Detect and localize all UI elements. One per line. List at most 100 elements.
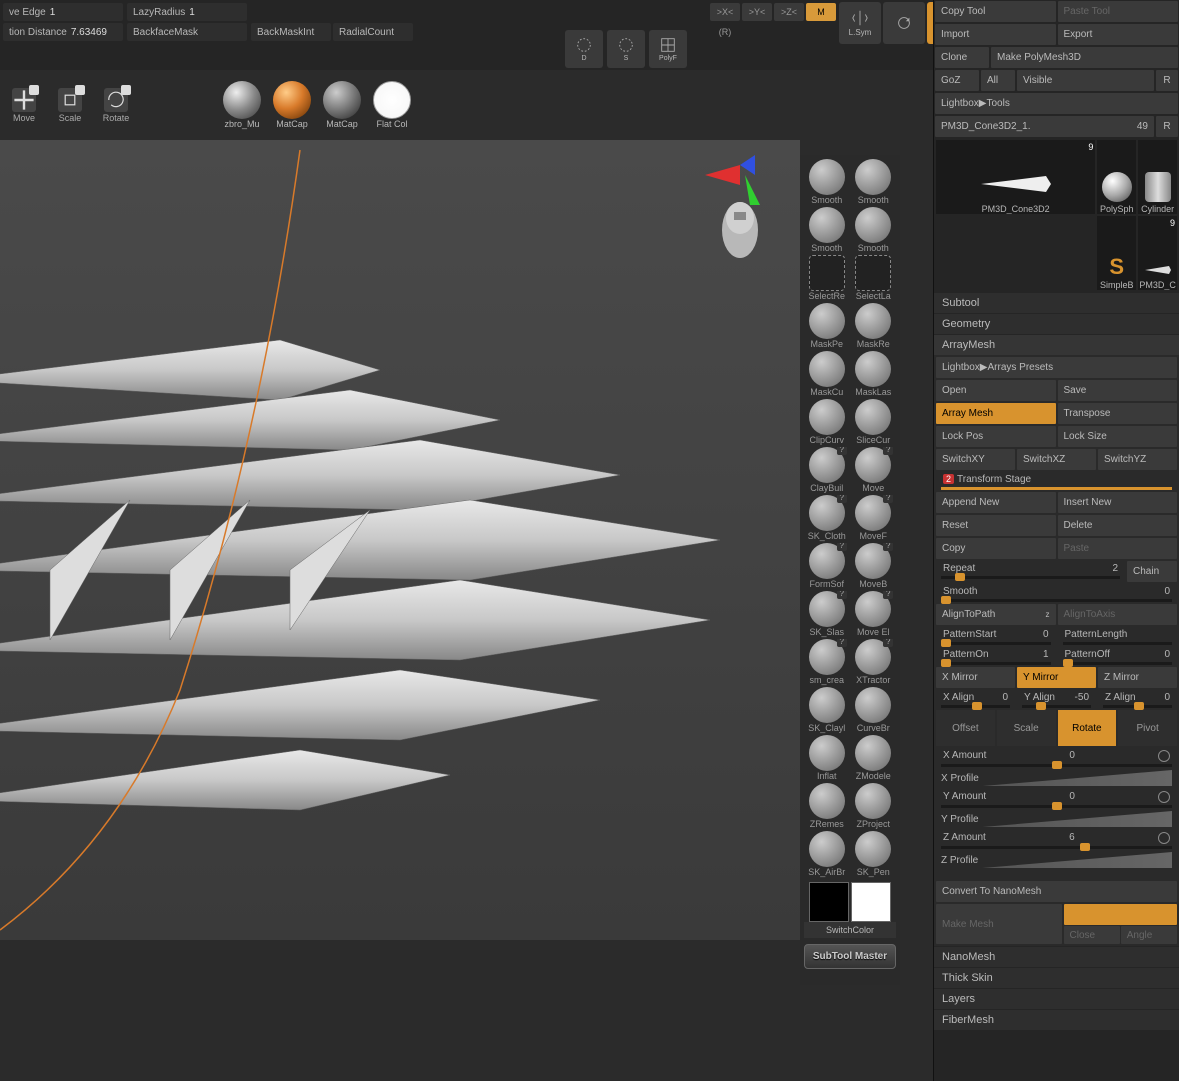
lazy-radius-slider[interactable]: LazyRadius1	[127, 3, 247, 21]
copy-button[interactable]: Copy	[936, 538, 1056, 559]
paste-tool-button[interactable]: Paste Tool	[1058, 1, 1179, 22]
switch-yz-button[interactable]: SwitchYZ	[1098, 449, 1177, 470]
make-polymesh-button[interactable]: Make PolyMesh3D	[991, 47, 1178, 68]
import-button[interactable]: Import	[935, 24, 1056, 45]
angle-button[interactable]: Angle	[1121, 926, 1177, 944]
align-to-axis-button[interactable]: AlignToAxis	[1058, 604, 1178, 625]
brush-ZProject[interactable]: ZProject	[851, 783, 897, 830]
brush-ZRemes[interactable]: ZRemes	[804, 783, 850, 830]
switch-xy-button[interactable]: SwitchXY	[936, 449, 1015, 470]
pattern-length-slider[interactable]: PatternLength	[1057, 626, 1179, 646]
close-button[interactable]: Close	[1064, 926, 1120, 944]
active-edge-slider[interactable]: ve Edge1	[3, 3, 123, 21]
y-amount-slider[interactable]: Y Amount0	[935, 788, 1178, 809]
tool-name-field[interactable]: PM3D_Cone3D2_1.49	[935, 116, 1154, 137]
goz-button[interactable]: GoZ	[935, 70, 979, 91]
pattern-off-slider[interactable]: PatternOff0	[1057, 646, 1179, 666]
brush-SK_Clayl[interactable]: SK_Clayl	[804, 687, 850, 734]
brush-SK_Slas[interactable]: ?SK_Slas	[804, 591, 850, 638]
brush-SelectLa[interactable]: SelectLa	[851, 255, 897, 302]
brush-FormSof[interactable]: ?FormSof	[804, 543, 850, 590]
backface-mask-button[interactable]: BackfaceMask	[127, 23, 247, 41]
brush-MaskCu[interactable]: MaskCu	[804, 351, 850, 398]
transpose-button[interactable]: Transpose	[1058, 403, 1178, 424]
insert-new-button[interactable]: Insert New	[1058, 492, 1178, 513]
pattern-start-slider[interactable]: PatternStart0	[935, 626, 1057, 646]
goz-visible-button[interactable]: Visible	[1017, 70, 1154, 91]
make-mesh-button[interactable]: Make Mesh	[936, 904, 1062, 944]
brush-ClayBuil[interactable]: ?ClayBuil	[804, 447, 850, 494]
axis-m-button[interactable]: M	[806, 3, 836, 21]
array-mesh-button[interactable]: Array Mesh	[936, 403, 1056, 424]
brush-ZModele[interactable]: ZModele	[851, 735, 897, 782]
brush-MoveF[interactable]: ?MoveF	[851, 495, 897, 542]
brush-CurveBr[interactable]: CurveBr	[851, 687, 897, 734]
paste-button[interactable]: Paste	[1058, 538, 1178, 559]
rotate-button[interactable]: Rotate	[96, 88, 136, 123]
tool-thumb-pm3dc[interactable]: 9PM3D_C	[1138, 216, 1177, 290]
convert-nanomesh-button[interactable]: Convert To NanoMesh	[936, 881, 1177, 902]
brush-SK_AirBr[interactable]: SK_AirBr	[804, 831, 850, 878]
scale-button[interactable]: Scale	[50, 88, 90, 123]
y-profile-curve[interactable]: Y Profile	[935, 809, 1178, 829]
tool-thumb-cylinder[interactable]: Cylinder	[1138, 140, 1177, 214]
brush-MaskPe[interactable]: MaskPe	[804, 303, 850, 350]
lightbox-arrays-button[interactable]: Lightbox▶Arrays Presets	[936, 357, 1177, 378]
pattern-on-slider[interactable]: PatternOn1	[935, 646, 1057, 666]
radial-count-slider[interactable]: RadialCount	[333, 23, 413, 41]
geometry-header[interactable]: Geometry	[934, 314, 1179, 334]
scale-tab[interactable]: Scale	[997, 710, 1056, 746]
z-align-slider[interactable]: Z Align0	[1097, 689, 1178, 709]
brush-XTractor[interactable]: ?XTractor	[851, 639, 897, 686]
chain-button[interactable]: Chain	[1127, 561, 1177, 582]
x-profile-curve[interactable]: X Profile	[935, 768, 1178, 788]
material-zbro_Mu[interactable]: zbro_Mu	[218, 81, 266, 129]
lsym-button[interactable]: L.Sym	[839, 2, 881, 44]
layers-header[interactable]: Layers	[934, 989, 1179, 1009]
brush-Inflat[interactable]: Inflat	[804, 735, 850, 782]
brush-Smooth[interactable]: Smooth	[804, 159, 850, 206]
x-amount-slider[interactable]: X Amount0	[935, 747, 1178, 768]
reset-button[interactable]: Reset	[936, 515, 1056, 536]
view-gizmo[interactable]	[700, 150, 780, 270]
lock-pos-button[interactable]: Lock Pos	[936, 426, 1056, 447]
axis-z-button[interactable]: >Z<	[774, 3, 804, 21]
axis-x-button[interactable]: >X<	[710, 3, 740, 21]
x-align-slider[interactable]: X Align0	[935, 689, 1016, 709]
brush-SK_Cloth[interactable]: ?SK_Cloth	[804, 495, 850, 542]
brush-SelectRe[interactable]: SelectRe	[804, 255, 850, 302]
y-mirror-button[interactable]: Y Mirror	[1017, 667, 1096, 688]
tool-thumb-polysphere[interactable]: PolySph	[1097, 140, 1136, 214]
tool-r-button[interactable]: R	[1156, 116, 1178, 137]
brush-MaskLas[interactable]: MaskLas	[851, 351, 897, 398]
dynamic-button[interactable]: D	[565, 30, 603, 68]
smooth-slider[interactable]: Smooth0	[935, 583, 1178, 603]
brush-MaskRe[interactable]: MaskRe	[851, 303, 897, 350]
fibermesh-header[interactable]: FiberMesh	[934, 1010, 1179, 1030]
brush-Smooth[interactable]: Smooth	[851, 207, 897, 254]
nanomesh-header[interactable]: NanoMesh	[934, 947, 1179, 967]
z-mirror-button[interactable]: Z Mirror	[1098, 667, 1177, 688]
brush-ClipCurv[interactable]: ClipCurv	[804, 399, 850, 446]
tool-thumb-main[interactable]: 9 PM3D_Cone3D2	[936, 140, 1095, 214]
arraymesh-header[interactable]: ArrayMesh	[934, 335, 1179, 355]
brush-Move El[interactable]: ?Move El	[851, 591, 897, 638]
sculptris-button[interactable]: S	[607, 30, 645, 68]
color-black-swatch[interactable]	[809, 882, 849, 922]
brush-SK_Pen[interactable]: SK_Pen	[851, 831, 897, 878]
polyframe-button[interactable]: PolyF	[649, 30, 687, 68]
subtool-header[interactable]: Subtool	[934, 293, 1179, 313]
thickskin-header[interactable]: Thick Skin	[934, 968, 1179, 988]
append-new-button[interactable]: Append New	[936, 492, 1056, 513]
align-to-path-button[interactable]: AlignToPathz	[936, 604, 1056, 625]
switch-color-button[interactable]: SwitchColor	[804, 922, 896, 938]
brush-sm_crea[interactable]: ?sm_crea	[804, 639, 850, 686]
rotate-view-button[interactable]	[883, 2, 925, 44]
axis-y-button[interactable]: >Y<	[742, 3, 772, 21]
brush-MoveB[interactable]: ?MoveB	[851, 543, 897, 590]
export-button[interactable]: Export	[1058, 24, 1179, 45]
pivot-tab[interactable]: Pivot	[1118, 710, 1177, 746]
transform-stage-slider[interactable]: 2Transform Stage	[935, 471, 1178, 491]
delete-button[interactable]: Delete	[1058, 515, 1178, 536]
open-button[interactable]: Open	[936, 380, 1056, 401]
